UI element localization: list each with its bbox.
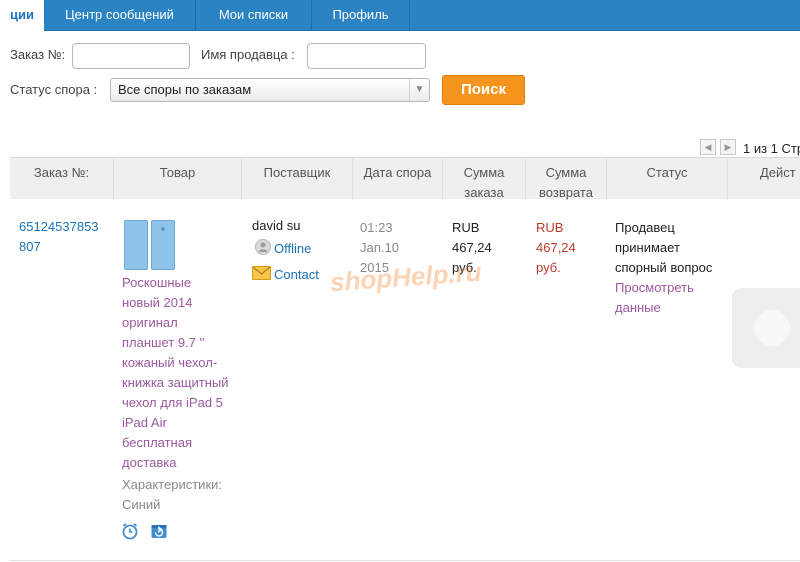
offline-status-icon [255, 239, 271, 255]
product-title-line: доставка [122, 455, 177, 470]
page-indicator: 1 из 1 Стр [743, 141, 800, 156]
chevron-right-icon[interactable]: ▶ [720, 139, 736, 155]
tab-my-lists[interactable]: Мои списки [196, 0, 312, 31]
assistive-button-center [754, 310, 790, 346]
dispute-status: Продавец принимает спорный вопрос [615, 218, 712, 278]
dispute-status-line: принимает [615, 240, 680, 255]
header-refund-sum-line1: Сумма [545, 165, 587, 180]
product-title-line: кожаный чехол- [122, 355, 218, 370]
order-number-label: Заказ №: [10, 47, 66, 62]
product-title-line: Роскошные [122, 275, 192, 290]
header-refund-sum: Сумма возврата [526, 158, 606, 200]
header-order-sum: Сумма заказа [443, 158, 525, 200]
order-sum-amount: 467,24 [452, 240, 492, 255]
view-details-line1: Просмотреть [615, 280, 694, 295]
table-header: Заказ №: Товар Поставщик Дата спора Сумм… [10, 157, 800, 200]
header-refund-sum-line2: возврата [539, 185, 593, 200]
seller-name-input[interactable] [307, 43, 426, 69]
product-title-link[interactable]: Роскошные новый 2014 оригинал планшет 9.… [122, 273, 240, 473]
product-title-line: бесплатная [122, 435, 193, 450]
header-order-sum-line1: Сумма [463, 165, 505, 180]
header-order-sum-line2: заказа [464, 185, 504, 200]
dispute-status-value: Все споры по заказам [118, 82, 252, 97]
product-title-line: новый 2014 [122, 295, 193, 310]
order-number-input[interactable] [72, 43, 190, 69]
tab-message-center[interactable]: Центр сообщений [44, 0, 196, 31]
order-number-link[interactable]: 65124537853 807 [19, 217, 99, 257]
product-title-line: планшет 9.7 '' [122, 335, 205, 350]
chevron-down-icon: ▼ [409, 79, 429, 101]
header-order: Заказ №: [33, 165, 90, 180]
dispute-status-line: спорный вопрос [615, 260, 713, 275]
seller-name-label: Имя продавца : [201, 47, 295, 62]
dispute-status-line: Продавец [615, 220, 675, 235]
envelope-icon[interactable] [252, 266, 271, 280]
refund-sum: RUB 467,24 руб. [536, 218, 576, 278]
tab-profile[interactable]: Профиль [312, 0, 410, 31]
product-title-line: книжка защитный [122, 375, 229, 390]
header-divider [727, 158, 728, 200]
order-number-line2: 807 [19, 239, 41, 254]
top-navigation: ции Центр сообщений Мои списки Профиль [0, 0, 800, 32]
product-image[interactable] [124, 220, 176, 272]
contact-link[interactable]: Contact [274, 265, 319, 285]
dispute-date-time: 01:23 [360, 220, 393, 235]
product-specs-value: Синий [122, 497, 161, 512]
product-title-line: чехол для iPad 5 [122, 395, 223, 410]
product-title-line: оригинал [122, 315, 178, 330]
header-supplier: Поставщик [263, 165, 331, 180]
header-actions: Дейст [760, 165, 796, 180]
order-number-line1: 65124537853 [19, 219, 99, 234]
search-button[interactable]: Поиск [442, 75, 525, 105]
view-details-line2: данные [615, 300, 661, 315]
header-dispute-date: Дата спора [363, 165, 432, 180]
refund-sum-currency: RUB [536, 220, 564, 235]
alarm-clock-icon[interactable] [121, 522, 139, 540]
dispute-status-select[interactable]: Все споры по заказам ▼ [110, 78, 430, 102]
product-image-front [124, 220, 148, 270]
product-specs-label: Характеристики: [122, 477, 223, 492]
floating-assistive-button[interactable] [732, 288, 800, 368]
header-status: Статус [646, 165, 688, 180]
dispute-status-label: Статус спора : [10, 82, 98, 97]
refund-sum-unit: руб. [536, 260, 561, 275]
refund-sum-amount: 467,24 [536, 240, 576, 255]
supplier-name[interactable]: david su [252, 216, 300, 236]
view-details-link[interactable]: Просмотреть данные [615, 278, 694, 318]
product-title-line: iPad Air [122, 415, 167, 430]
order-sum-currency: RUB [452, 220, 480, 235]
dispute-date-day: Jan.10 [360, 240, 400, 255]
tab-disputes[interactable]: ции [0, 0, 44, 32]
refresh-calendar-icon[interactable] [150, 522, 168, 540]
product-image-back [151, 220, 175, 270]
watermark: shopHelp.ru [329, 256, 483, 298]
chevron-left-icon[interactable]: ◀ [700, 139, 716, 155]
header-product: Товар [159, 165, 196, 180]
supplier-status: Offline [274, 241, 312, 256]
row-divider [10, 560, 800, 561]
